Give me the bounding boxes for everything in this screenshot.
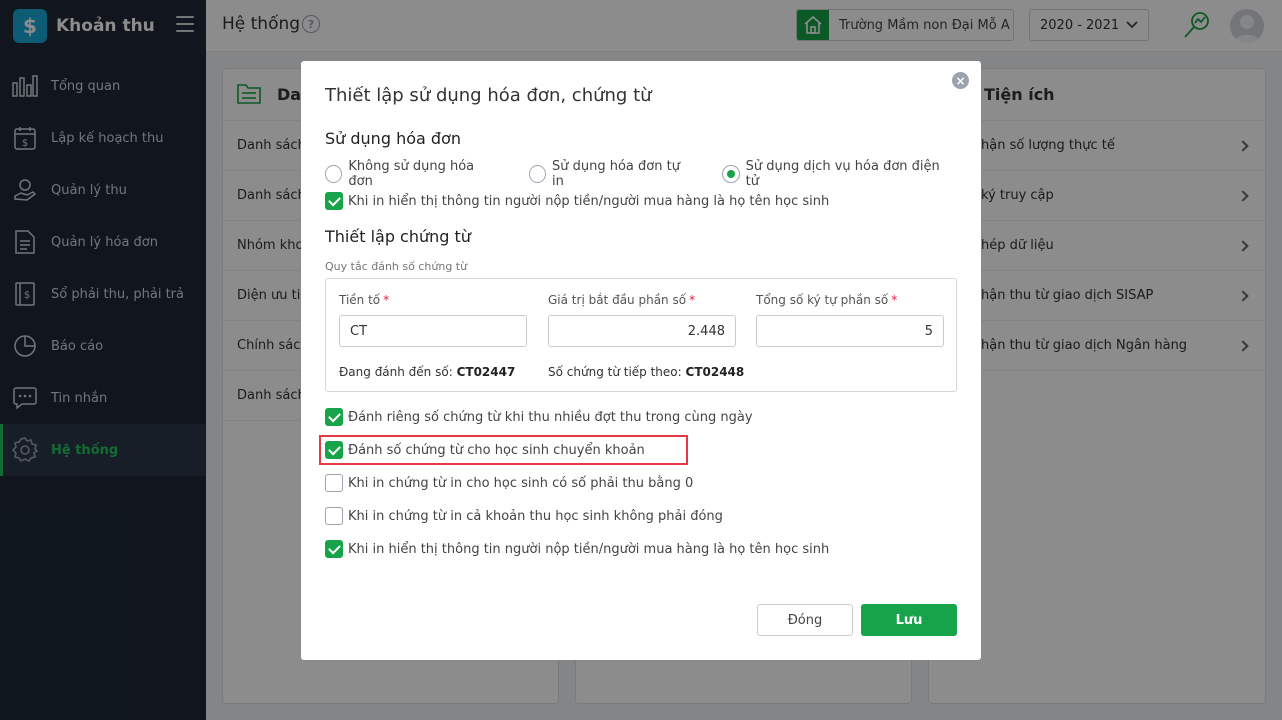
prefix-label: Tiền tố * bbox=[339, 293, 390, 307]
checkbox-label: Khi in chứng từ in cả khoản thu học sinh… bbox=[348, 508, 723, 524]
checkbox-label: Khi in hiển thị thông tin người nộp tiền… bbox=[348, 193, 830, 209]
current-number-info: Đang đánh đến số: CT02447 bbox=[339, 365, 516, 379]
invoice-student-name-checkbox[interactable]: Khi in hiển thị thông tin người nộp tiền… bbox=[325, 192, 829, 210]
radio-circle bbox=[325, 165, 343, 183]
close-button[interactable]: Đóng bbox=[757, 604, 853, 636]
length-label: Tổng số ký tự phần số * bbox=[756, 293, 898, 307]
checkbox-label: Đánh riêng số chứng từ khi thu nhiều đợt… bbox=[348, 409, 753, 425]
zero-amount-print-checkbox[interactable]: Khi in chứng từ in cho học sinh có số ph… bbox=[325, 474, 693, 492]
voucher-section-title: Thiết lập chứng từ bbox=[325, 227, 471, 246]
start-value-input[interactable]: 2.448 bbox=[548, 315, 736, 347]
invoice-settings-dialog: Thiết lập sử dụng hóa đơn, chứng từ × Sử… bbox=[301, 61, 981, 660]
radio-circle bbox=[722, 165, 740, 183]
checkbox bbox=[325, 408, 343, 426]
radio-label: Sử dụng dịch vụ hóa đơn điện tử bbox=[745, 159, 940, 189]
voucher-numbering-box: Tiền tố * CT Giá trị bắt đầu phần số * 2.4… bbox=[325, 278, 957, 392]
print-unpaid-items-checkbox[interactable]: Khi in chứng từ in cả khoản thu học sinh… bbox=[325, 507, 723, 525]
checkbox bbox=[325, 441, 343, 459]
checkbox bbox=[325, 192, 343, 210]
invoice-section-title: Sử dụng hóa đơn bbox=[325, 129, 461, 148]
rule-hint: Quy tắc đánh số chứng từ bbox=[325, 260, 468, 273]
radio-self-print-invoice[interactable]: Sử dụng hóa đơn tự in bbox=[528, 159, 691, 189]
transfer-numbering-checkbox[interactable]: Đánh số chứng từ cho học sinh chuyển kho… bbox=[325, 441, 645, 459]
next-number-info: Số chứng từ tiếp theo: CT02448 bbox=[548, 365, 745, 379]
separate-numbering-checkbox[interactable]: Đánh riêng số chứng từ khi thu nhiều đợt… bbox=[325, 408, 753, 426]
checkbox bbox=[325, 540, 343, 558]
length-input[interactable]: 5 bbox=[756, 315, 944, 347]
checkbox-label: Đánh số chứng từ cho học sinh chuyển kho… bbox=[348, 442, 645, 458]
radio-no-invoice[interactable]: Không sử dụng hóa đơn bbox=[325, 159, 497, 189]
checkbox bbox=[325, 474, 343, 492]
radio-e-invoice[interactable]: Sử dụng dịch vụ hóa đơn điện tử bbox=[722, 159, 949, 189]
checkbox-label: Khi in hiển thị thông tin người nộp tiền… bbox=[348, 541, 830, 557]
close-icon[interactable]: × bbox=[952, 72, 969, 89]
radio-label: Sử dụng hóa đơn tự in bbox=[551, 159, 680, 189]
start-value-label: Giá trị bắt đầu phần số * bbox=[548, 293, 696, 307]
voucher-student-name-checkbox[interactable]: Khi in hiển thị thông tin người nộp tiền… bbox=[325, 540, 829, 558]
checkbox-label: Khi in chứng từ in cho học sinh có số ph… bbox=[348, 475, 694, 491]
checkbox bbox=[325, 507, 343, 525]
prefix-input[interactable]: CT bbox=[339, 315, 527, 347]
radio-circle bbox=[528, 165, 546, 183]
invoice-mode-radio-group: Không sử dụng hóa đơn Sử dụng hóa đơn tự… bbox=[325, 159, 981, 189]
save-button[interactable]: Lưu bbox=[861, 604, 957, 636]
radio-label: Không sử dụng hóa đơn bbox=[348, 159, 475, 189]
dialog-title: Thiết lập sử dụng hóa đơn, chứng từ bbox=[325, 85, 652, 106]
